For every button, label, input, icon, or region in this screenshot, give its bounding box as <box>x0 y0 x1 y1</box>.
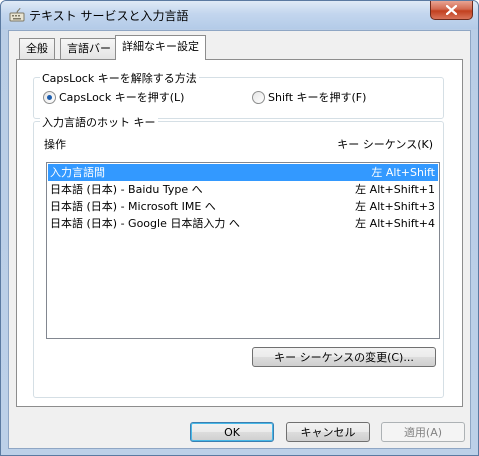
capslock-group: CapsLock キーを解除する方法 CapsLock キーを押す(L) Shi… <box>33 70 444 119</box>
ok-button[interactable]: OK <box>190 422 274 442</box>
radio-capslock[interactable]: CapsLock キーを押す(L) <box>43 89 184 105</box>
cancel-button[interactable]: キャンセル <box>286 422 370 442</box>
tab-language-bar[interactable]: 言語バー <box>60 38 118 59</box>
close-button[interactable] <box>430 1 473 20</box>
list-item[interactable]: 日本語 (日本) - Baidu Type へ 左 Alt+Shift+1 <box>48 181 438 198</box>
list-item[interactable]: 入力言語間 左 Alt+Shift <box>48 164 438 181</box>
radio-capslock-indicator[interactable] <box>43 90 56 104</box>
list-item-action: 入力言語間 <box>50 166 105 179</box>
radio-shift[interactable]: Shift キーを押す(F) <box>252 89 366 105</box>
title-bar[interactable]: テキスト サービスと入力言語 <box>1 1 478 29</box>
list-item-action: 日本語 (日本) - Microsoft IME へ <box>50 200 216 213</box>
dialog-window: テキスト サービスと入力言語 全般 言語バー 詳細なキー設定 CapsLock … <box>0 0 479 456</box>
list-item-action: 日本語 (日本) - Google 日本語入力 へ <box>50 217 240 230</box>
capslock-group-label: CapsLock キーを解除する方法 <box>40 70 199 86</box>
tab-advanced-key-settings[interactable]: 詳細なキー設定 <box>115 35 206 60</box>
dialog-client: 全般 言語バー 詳細なキー設定 CapsLock キーを解除する方法 CapsL… <box>8 30 471 449</box>
apply-button[interactable]: 適用(A) <box>381 422 465 442</box>
list-item[interactable]: 日本語 (日本) - Google 日本語入力 へ 左 Alt+Shift+4 <box>48 215 438 232</box>
hotkeys-list[interactable]: 入力言語間 左 Alt+Shift 日本語 (日本) - Baidu Type … <box>46 162 440 339</box>
tab-general[interactable]: 全般 <box>19 38 55 59</box>
radio-capslock-label: CapsLock キーを押す(L) <box>59 91 185 104</box>
list-item-action: 日本語 (日本) - Baidu Type へ <box>50 183 203 196</box>
close-icon <box>446 5 457 15</box>
tab-panel: CapsLock キーを解除する方法 CapsLock キーを押す(L) Shi… <box>16 59 463 407</box>
radio-shift-label: Shift キーを押す(F) <box>268 91 367 104</box>
list-item[interactable]: 日本語 (日本) - Microsoft IME へ 左 Alt+Shift+3 <box>48 198 438 215</box>
hotkeys-group: 入力言語のホット キー 操作 キー シーケンス(K) 入力言語間 左 Alt+S… <box>33 114 444 398</box>
column-header-key-sequence: キー シーケンス(K) <box>337 138 433 151</box>
list-item-keys: 左 Alt+Shift <box>371 166 435 179</box>
window-title: テキスト サービスと入力言語 <box>29 9 189 23</box>
column-header-action: 操作 <box>44 138 66 151</box>
list-item-keys: 左 Alt+Shift+4 <box>355 217 435 230</box>
change-key-sequence-button[interactable]: キー シーケンスの変更(C)... <box>252 347 436 367</box>
keyboard-icon <box>9 7 25 22</box>
radio-shift-indicator[interactable] <box>252 90 265 104</box>
list-item-keys: 左 Alt+Shift+3 <box>355 200 435 213</box>
hotkeys-group-label: 入力言語のホット キー <box>40 114 158 130</box>
list-item-keys: 左 Alt+Shift+1 <box>355 183 435 196</box>
